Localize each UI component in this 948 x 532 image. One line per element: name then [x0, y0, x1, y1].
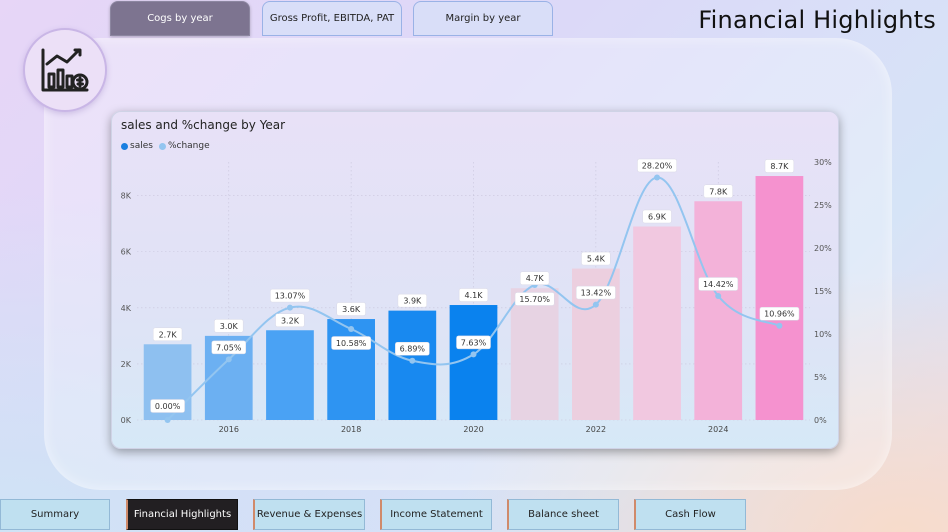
y-right-tick-label: 15% [814, 287, 832, 296]
point-pct-change [715, 292, 722, 299]
nav-label: Cash Flow [665, 509, 716, 520]
bar-data-label: 3.6K [342, 305, 361, 314]
y-left-tick-label: 0K [121, 416, 132, 425]
tab-label: Cogs by year [147, 13, 213, 24]
nav-cash-flow[interactable]: Cash Flow [634, 499, 746, 530]
bar-data-label: 3.2K [281, 316, 300, 325]
bar-data-label: 3.0K [220, 322, 239, 331]
point-pct-change [409, 357, 416, 364]
line-data-label: 7.05% [216, 343, 242, 352]
point-pct-change [654, 174, 661, 181]
line-data-label: 0.00% [155, 402, 181, 411]
line-data-label: 14.42% [703, 280, 734, 289]
bar-sales [266, 330, 314, 420]
line-data-label: 6.89% [400, 345, 426, 354]
y-right-tick-label: 25% [814, 201, 832, 210]
y-right-tick-label: 30% [814, 158, 832, 167]
bar-data-label: 6.9K [648, 213, 667, 222]
bar-sales [327, 319, 375, 420]
point-pct-change [776, 322, 783, 329]
nav-balance-sheet[interactable]: Balance sheet [507, 499, 619, 530]
point-pct-change [286, 304, 293, 311]
y-left-tick-label: 8K [121, 192, 132, 201]
x-tick-label: 2024 [708, 425, 728, 434]
y-right-tick-label: 20% [814, 244, 832, 253]
line-data-label: 28.20% [642, 161, 673, 170]
x-tick-label: 2020 [463, 425, 483, 434]
nav-label: Income Statement [390, 509, 483, 520]
sales-change-chart: 0K 2K 4K 6K 8K 0% 5% 10% 15% 20% 25% 30% 2016 2018 202… [121, 158, 833, 434]
point-pct-change [348, 326, 355, 333]
nav-label: Revenue & Expenses [256, 509, 363, 520]
point-pct-change [470, 351, 477, 358]
line-data-label: 7.63% [461, 338, 487, 347]
x-tick-label: 2022 [586, 425, 606, 434]
page-title: Financial Highlights [698, 6, 936, 34]
point-pct-change [164, 417, 171, 423]
y-left-tick-label: 4K [121, 304, 132, 313]
nav-label: Summary [30, 509, 80, 520]
logo [23, 28, 107, 112]
bar-data-label: 8.7K [770, 162, 789, 171]
bar-data-label: 4.7K [526, 274, 545, 283]
bar-sales [388, 310, 437, 420]
bar-data-label: 4.1K [465, 291, 484, 300]
bar-sales [633, 226, 681, 420]
tab-gross-profit[interactable]: Gross Profit, EBITDA, PAT [262, 1, 402, 36]
bar-sales [510, 288, 559, 420]
bar-data-label: 7.8K [709, 187, 728, 196]
line-data-label: 13.07% [275, 292, 306, 301]
nav-label: Financial Highlights [133, 509, 232, 520]
bar-data-label: 2.7K [159, 330, 178, 339]
finance-chart-icon [41, 48, 89, 92]
tab-label: Gross Profit, EBITDA, PAT [269, 13, 395, 24]
nav-summary[interactable]: Summary [0, 499, 110, 530]
bar-data-label: 5.4K [587, 255, 606, 264]
tab-margin-by-year[interactable]: Margin by year [413, 1, 553, 36]
point-pct-change [225, 356, 232, 363]
nav-revenue-expenses[interactable]: Revenue & Expenses [253, 499, 365, 530]
line-data-label: 10.58% [336, 339, 367, 348]
nav-financial-highlights[interactable]: Financial Highlights [126, 499, 238, 530]
bar-sales [755, 176, 804, 420]
nav-income-statement[interactable]: Income Statement [380, 499, 492, 530]
x-tick-label: 2016 [219, 425, 239, 434]
chart-card: sales and %change by Year sales %change … [111, 111, 839, 449]
x-tick-label: 2018 [341, 425, 361, 434]
line-data-label: 13.42% [581, 289, 612, 298]
line-data-label: 15.70% [519, 295, 550, 304]
y-left-tick-label: 6K [121, 248, 132, 257]
bar-data-label: 3.9K [403, 297, 422, 306]
point-pct-change [592, 301, 599, 308]
nav-label: Balance sheet [528, 509, 599, 520]
y-right-tick-label: 0% [814, 416, 827, 425]
y-left-tick-label: 2K [121, 360, 132, 369]
tab-label: Margin by year [445, 13, 521, 24]
line-data-label: 10.96% [764, 310, 795, 319]
y-right-tick-label: 5% [814, 373, 827, 382]
y-right-tick-label: 10% [814, 330, 832, 339]
tab-cogs-by-year[interactable]: Cogs by year [110, 1, 250, 36]
